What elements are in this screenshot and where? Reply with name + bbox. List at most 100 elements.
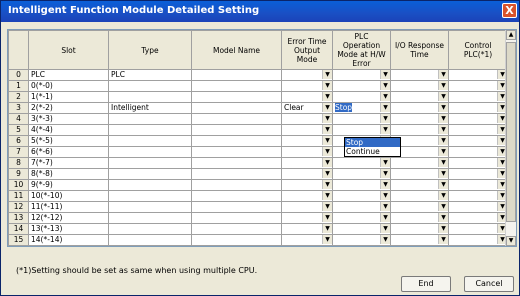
cell-control-plc[interactable]: ▼ (448, 80, 508, 92)
chevron-down-icon[interactable]: ▼ (380, 92, 390, 101)
cell-control-plc[interactable]: ▼ (448, 179, 508, 191)
chevron-down-icon[interactable]: ▼ (322, 158, 332, 167)
cell-plc-operation-mode[interactable]: Stop ▼ (332, 102, 391, 114)
cell-plc-operation-mode[interactable]: ▼ (332, 80, 391, 92)
chevron-down-icon[interactable]: ▼ (322, 147, 332, 156)
cell-control-plc[interactable]: ▼ (448, 69, 508, 81)
dropdown-option-continue[interactable]: Continue (345, 147, 400, 156)
cell-plc-operation-mode[interactable]: ▼ (332, 201, 391, 213)
cell-error-time-output-mode[interactable]: ▼ (281, 201, 333, 213)
cell-control-plc[interactable]: ▼ (448, 223, 508, 235)
cell-io-response-time[interactable]: ▼ (390, 234, 449, 246)
chevron-down-icon[interactable]: ▼ (438, 213, 448, 222)
cell-plc-operation-mode[interactable]: ▼ (332, 168, 391, 180)
chevron-down-icon[interactable]: ▼ (322, 92, 332, 101)
chevron-down-icon[interactable]: ▼ (380, 180, 390, 189)
chevron-down-icon[interactable]: ▼ (322, 202, 332, 211)
cell-error-time-output-mode[interactable]: ▼ (281, 80, 333, 92)
cell-control-plc[interactable]: ▼ (448, 113, 508, 125)
cell-error-time-output-mode[interactable]: ▼ (281, 124, 333, 136)
chevron-down-icon[interactable]: ▼ (380, 191, 390, 200)
chevron-down-icon[interactable]: ▼ (438, 114, 448, 123)
cell-plc-operation-mode[interactable]: ▼ (332, 69, 391, 81)
cell-plc-operation-mode[interactable]: ▼ (332, 212, 391, 224)
chevron-down-icon[interactable]: ▼ (438, 158, 448, 167)
cell-io-response-time[interactable]: ▼ (390, 69, 449, 81)
cell-error-time-output-mode[interactable]: ▼ (281, 190, 333, 202)
cell-io-response-time[interactable]: ▼ (390, 190, 449, 202)
cell-error-time-output-mode[interactable]: ▼ (281, 91, 333, 103)
cell-io-response-time[interactable]: ▼ (390, 179, 449, 191)
chevron-down-icon[interactable]: ▼ (322, 136, 332, 145)
chevron-down-icon[interactable]: ▼ (322, 103, 332, 112)
cell-control-plc[interactable]: ▼ (448, 102, 508, 114)
chevron-down-icon[interactable]: ▼ (322, 114, 332, 123)
cell-plc-operation-mode[interactable]: ▼ (332, 223, 391, 235)
chevron-down-icon[interactable]: ▼ (380, 103, 390, 112)
chevron-down-icon[interactable]: ▼ (322, 191, 332, 200)
cell-plc-operation-mode[interactable]: ▼ (332, 113, 391, 125)
cell-error-time-output-mode[interactable]: ▼ (281, 212, 333, 224)
cell-control-plc[interactable]: ▼ (448, 146, 508, 158)
chevron-down-icon[interactable]: ▼ (438, 81, 448, 90)
chevron-down-icon[interactable]: ▼ (380, 202, 390, 211)
cell-control-plc[interactable]: ▼ (448, 135, 508, 147)
chevron-down-icon[interactable]: ▼ (322, 235, 332, 244)
cell-io-response-time[interactable]: ▼ (390, 201, 449, 213)
chevron-down-icon[interactable]: ▼ (438, 224, 448, 233)
chevron-down-icon[interactable]: ▼ (438, 136, 448, 145)
chevron-down-icon[interactable]: ▼ (322, 224, 332, 233)
chevron-down-icon[interactable]: ▼ (380, 158, 390, 167)
chevron-down-icon[interactable]: ▼ (322, 125, 332, 134)
cell-control-plc[interactable]: ▼ (448, 124, 508, 136)
cell-error-time-output-mode[interactable]: ▼ (281, 179, 333, 191)
cell-io-response-time[interactable]: ▼ (390, 168, 449, 180)
close-icon[interactable]: X (502, 3, 517, 18)
cell-io-response-time[interactable]: ▼ (390, 80, 449, 92)
cell-io-response-time[interactable]: ▼ (390, 157, 449, 169)
chevron-down-icon[interactable]: ▼ (380, 125, 390, 134)
chevron-down-icon[interactable]: ▼ (438, 169, 448, 178)
cell-error-time-output-mode[interactable]: ▼ (281, 113, 333, 125)
chevron-down-icon[interactable]: ▼ (322, 180, 332, 189)
chevron-down-icon[interactable]: ▼ (322, 70, 332, 79)
cell-io-response-time[interactable]: ▼ (390, 124, 449, 136)
cell-io-response-time[interactable]: ▼ (390, 212, 449, 224)
scroll-down-icon[interactable]: ▼ (506, 236, 516, 246)
chevron-down-icon[interactable]: ▼ (380, 213, 390, 222)
cell-error-time-output-mode[interactable]: ▼ (281, 168, 333, 180)
chevron-down-icon[interactable]: ▼ (438, 191, 448, 200)
cell-control-plc[interactable]: ▼ (448, 168, 508, 180)
chevron-down-icon[interactable]: ▼ (438, 92, 448, 101)
chevron-down-icon[interactable]: ▼ (438, 70, 448, 79)
chevron-down-icon[interactable]: ▼ (438, 235, 448, 244)
cell-error-time-output-mode[interactable]: ▼ (281, 135, 333, 147)
cell-io-response-time[interactable]: ▼ (390, 91, 449, 103)
cell-plc-operation-mode[interactable]: ▼ (332, 179, 391, 191)
chevron-down-icon[interactable]: ▼ (438, 125, 448, 134)
cell-io-response-time[interactable]: ▼ (390, 113, 449, 125)
chevron-down-icon[interactable]: ▼ (438, 202, 448, 211)
chevron-down-icon[interactable]: ▼ (438, 180, 448, 189)
scrollbar-thumb[interactable] (506, 42, 516, 222)
chevron-down-icon[interactable]: ▼ (438, 147, 448, 156)
cell-error-time-output-mode[interactable]: ▼ (281, 146, 333, 158)
cell-control-plc[interactable]: ▼ (448, 157, 508, 169)
cell-plc-operation-mode[interactable]: ▼ (332, 124, 391, 136)
cell-plc-operation-mode[interactable]: ▼ (332, 190, 391, 202)
cell-control-plc[interactable]: ▼ (448, 91, 508, 103)
cell-io-response-time[interactable]: ▼ (390, 102, 449, 114)
chevron-down-icon[interactable]: ▼ (438, 103, 448, 112)
chevron-down-icon[interactable]: ▼ (322, 213, 332, 222)
cell-plc-operation-mode[interactable]: ▼ (332, 157, 391, 169)
scroll-up-icon[interactable]: ▲ (506, 30, 516, 40)
chevron-down-icon[interactable]: ▼ (380, 114, 390, 123)
cell-control-plc[interactable]: ▼ (448, 201, 508, 213)
cell-plc-operation-mode[interactable]: ▼ (332, 234, 391, 246)
end-button[interactable]: End (401, 276, 451, 292)
cell-plc-operation-mode[interactable]: ▼ (332, 91, 391, 103)
cell-error-time-output-mode[interactable]: ▼ (281, 223, 333, 235)
chevron-down-icon[interactable]: ▼ (380, 235, 390, 244)
cell-error-time-output-mode[interactable]: ▼ (281, 234, 333, 246)
cell-io-response-time[interactable]: ▼ (390, 223, 449, 235)
